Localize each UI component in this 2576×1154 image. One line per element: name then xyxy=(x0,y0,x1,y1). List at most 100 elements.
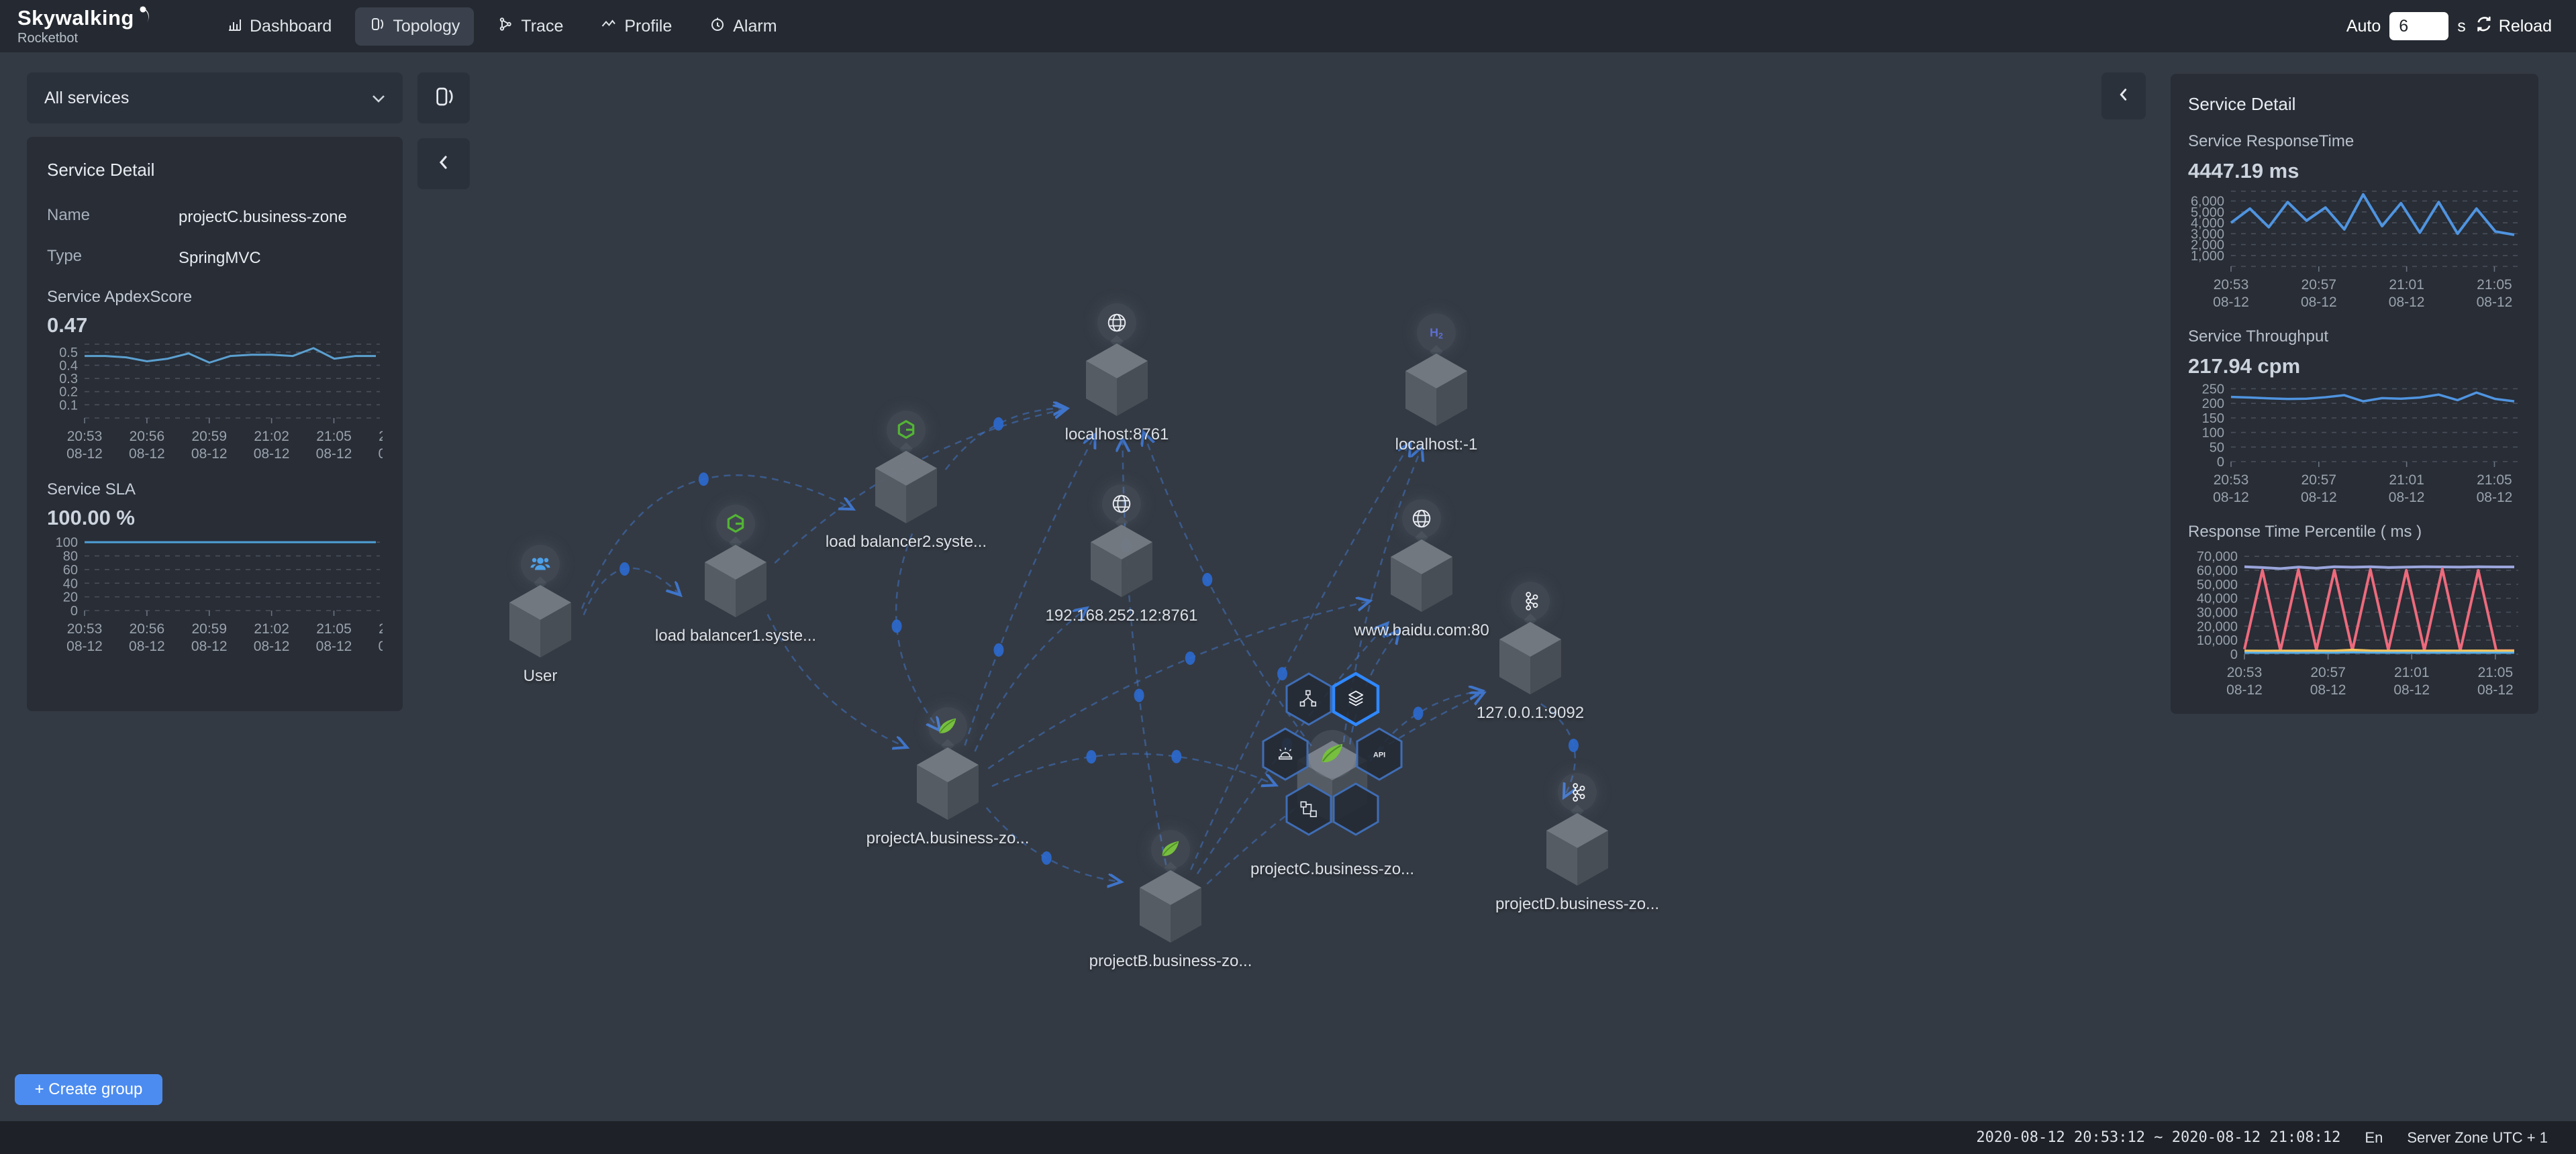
svg-text:20:56: 20:56 xyxy=(130,621,165,637)
svg-text:80: 80 xyxy=(63,549,78,564)
auto-unit: s xyxy=(2457,17,2466,36)
reload-icon xyxy=(2475,15,2493,38)
svg-text:20:53: 20:53 xyxy=(2214,472,2249,488)
topology-canvas: User load balancer1.syste... load balanc… xyxy=(0,52,2576,1121)
language-toggle[interactable]: En xyxy=(2365,1129,2383,1147)
sla-value: 100.00 % xyxy=(47,506,383,530)
svg-text:08-12: 08-12 xyxy=(129,639,165,654)
name-label: Name xyxy=(47,206,179,229)
svg-text:30,000: 30,000 xyxy=(2197,606,2238,621)
topology-page-button[interactable] xyxy=(417,72,470,123)
svg-text:20:53: 20:53 xyxy=(2214,277,2249,293)
svg-text:20: 20 xyxy=(63,590,78,605)
svg-text:08-12: 08-12 xyxy=(66,639,103,654)
hex-menu-item-alarm-siren[interactable] xyxy=(1263,729,1307,780)
svg-text:21:01: 21:01 xyxy=(2394,665,2430,680)
svg-text:21:05: 21:05 xyxy=(2477,277,2512,293)
svg-text:20:57: 20:57 xyxy=(2301,472,2337,488)
svg-text:08-12: 08-12 xyxy=(191,639,228,654)
sla-title: Service SLA xyxy=(47,480,383,499)
nav-item-label: Dashboard xyxy=(250,17,332,36)
svg-text:08-12: 08-12 xyxy=(2213,295,2249,310)
topology-node-projectA[interactable]: projectA.business-zo... xyxy=(847,699,1048,894)
globe-icon xyxy=(1402,499,1441,538)
cube-shape xyxy=(873,451,940,525)
hex-menu-item-endpoints[interactable] xyxy=(1287,674,1331,725)
server-zone[interactable]: Server Zone UTC + 1 xyxy=(2407,1129,2548,1147)
svg-text:08-12: 08-12 xyxy=(2477,490,2513,505)
time-range: 2020-08-12 20:53:12 ~ 2020-08-12 21:08:1… xyxy=(1976,1129,2340,1146)
svg-text:20:59: 20:59 xyxy=(191,429,227,444)
svg-text:20:53: 20:53 xyxy=(67,621,103,637)
auto-interval-input[interactable] xyxy=(2389,12,2448,40)
svg-text:40,000: 40,000 xyxy=(2197,592,2238,607)
collapse-left-panel-button[interactable] xyxy=(417,138,470,189)
svg-text:50,000: 50,000 xyxy=(2197,578,2238,592)
chevron-left-icon xyxy=(436,153,451,175)
topology-node-label: 127.0.0.1:9092 xyxy=(1430,704,1631,723)
panel-title: Service Detail xyxy=(2188,94,2521,115)
throughput-title: Service Throughput xyxy=(2188,327,2521,346)
cube-shape xyxy=(1497,622,1564,696)
topology-node-projectD[interactable]: projectD.business-zo... xyxy=(1477,765,1678,959)
trace-icon xyxy=(497,16,513,37)
svg-text:0: 0 xyxy=(70,604,78,619)
profile-icon xyxy=(601,16,617,37)
create-group-button[interactable]: + Create group xyxy=(15,1074,162,1105)
spring-icon xyxy=(928,707,967,746)
svg-text:0: 0 xyxy=(2217,455,2224,470)
topology-node-eureka[interactable]: localhost:8761 xyxy=(1016,295,1218,490)
cube-shape xyxy=(507,585,574,659)
topology-node-ip8761[interactable]: 192.168.252.12:8761 xyxy=(1021,476,1222,671)
services-select[interactable]: All services xyxy=(27,72,403,123)
svg-text:API: API xyxy=(1373,751,1385,759)
hex-menu-item-empty[interactable] xyxy=(1334,784,1378,835)
svg-text:21:08: 21:08 xyxy=(379,429,383,444)
topology-node-label: 192.168.252.12:8761 xyxy=(1021,607,1222,625)
nav-item-profile[interactable]: Profile xyxy=(587,7,686,46)
svg-text:70,000: 70,000 xyxy=(2197,549,2238,564)
topology-node-h2[interactable]: H2 localhost:-1 xyxy=(1336,305,1537,500)
svg-text:21:02: 21:02 xyxy=(254,621,289,637)
collapse-right-panel-button[interactable] xyxy=(2101,72,2146,119)
svg-text:08-12: 08-12 xyxy=(2301,295,2337,310)
svg-text:21:02: 21:02 xyxy=(254,429,289,444)
topology-node-user[interactable]: User xyxy=(440,537,641,731)
svg-text:10,000: 10,000 xyxy=(2197,633,2238,648)
hex-menu-item-instances[interactable] xyxy=(1334,674,1378,725)
topology-node-label: load balancer1.syste... xyxy=(635,627,836,645)
cube-shape xyxy=(1088,525,1155,598)
cube-shape xyxy=(1403,354,1470,427)
nav-item-label: Trace xyxy=(521,17,563,36)
svg-text:08-12: 08-12 xyxy=(379,639,383,654)
responsetime-title: Service ResponseTime xyxy=(2188,132,2521,151)
spring-icon xyxy=(1151,830,1190,869)
app-logo: Skywalking Rocketbot xyxy=(17,6,212,46)
topology-node-label: localhost:-1 xyxy=(1336,435,1537,454)
apdex-chart: 0.50.40.30.20.120:5308-1220:5608-1220:59… xyxy=(47,340,383,471)
topology-node-kafka[interactable]: 127.0.0.1:9092 xyxy=(1430,574,1631,768)
nav-item-trace[interactable]: Trace xyxy=(483,7,577,46)
svg-text:21:01: 21:01 xyxy=(2389,472,2424,488)
h2-icon: H2 xyxy=(1417,313,1456,352)
cube-shape xyxy=(1137,870,1204,944)
topology-node-lb2[interactable]: load balancer2.syste... xyxy=(805,403,1007,597)
type-value: SpringMVC xyxy=(179,247,380,270)
svg-text:1,000: 1,000 xyxy=(2191,249,2224,264)
topology-node-projectC[interactable]: projectC.business-zo...API xyxy=(1232,698,1433,892)
svg-text:20:53: 20:53 xyxy=(67,429,103,444)
responsetime-value: 4447.19 ms xyxy=(2188,159,2521,183)
nav-item-topology[interactable]: Topology xyxy=(355,7,474,46)
hex-menu-item-org[interactable] xyxy=(1287,784,1331,835)
hex-menu-item-api[interactable]: API xyxy=(1357,729,1401,780)
name-value: projectC.business-zone xyxy=(179,206,380,229)
nav-item-alarm[interactable]: Alarm xyxy=(695,7,791,46)
sla-chart: 10080604020020:5308-1220:5608-1220:5908-… xyxy=(47,533,383,664)
nav-item-label: Topology xyxy=(393,17,460,36)
status-bar: 2020-08-12 20:53:12 ~ 2020-08-12 21:08:1… xyxy=(0,1121,2576,1154)
svg-text:20:56: 20:56 xyxy=(130,429,165,444)
apdex-title: Service ApdexScore xyxy=(47,288,383,307)
reload-button[interactable]: Reload xyxy=(2475,15,2552,38)
svg-text:60,000: 60,000 xyxy=(2197,564,2238,578)
nav-item-dashboard[interactable]: Dashboard xyxy=(212,7,346,46)
